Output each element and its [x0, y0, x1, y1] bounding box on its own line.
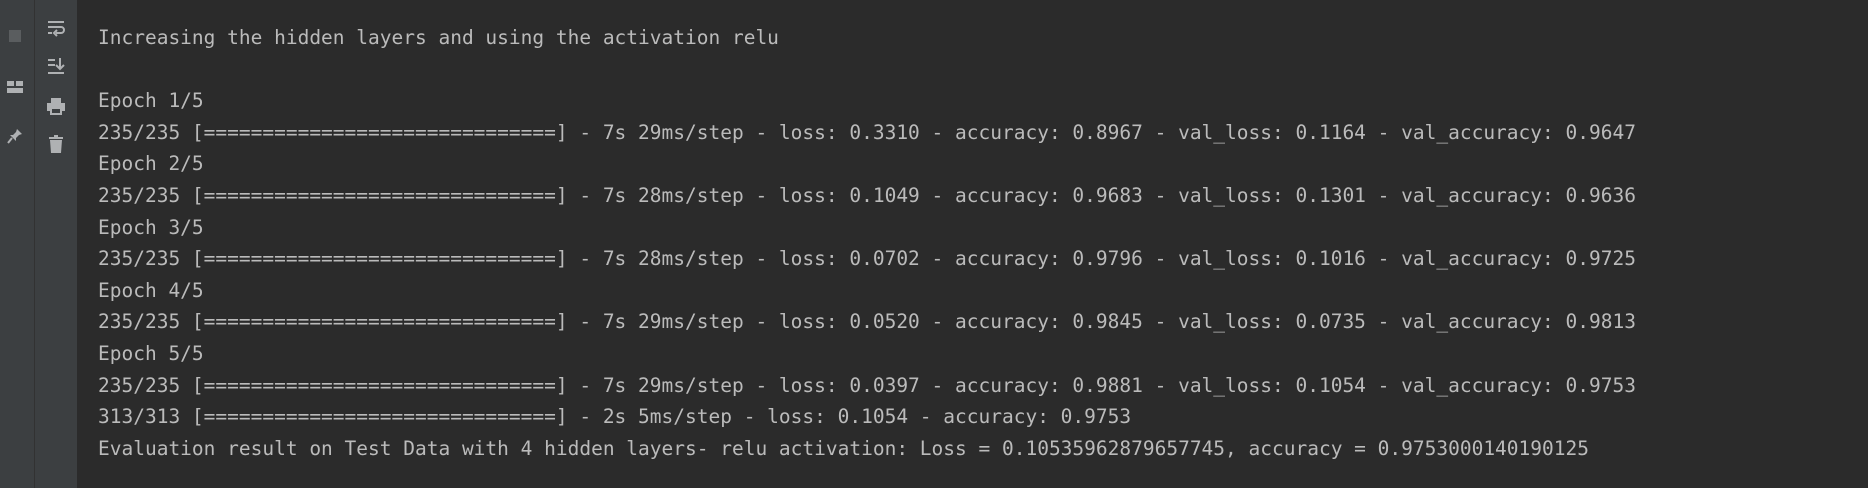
console-line-progress: 235/235 [==============================]… — [98, 373, 1636, 397]
trash-icon[interactable] — [44, 132, 68, 156]
console-line-epoch: Epoch 3/5 — [98, 215, 204, 239]
soft-wrap-icon[interactable] — [44, 16, 68, 40]
console-line-epoch: Epoch 4/5 — [98, 278, 204, 302]
console-line-header: Increasing the hidden layers and using t… — [98, 26, 779, 49]
console-line-test-eval: 313/313 [==============================]… — [98, 405, 1132, 429]
console-line-progress: 235/235 [==============================]… — [98, 247, 1636, 271]
pin-icon[interactable] — [3, 124, 27, 148]
console-line-progress: 235/235 [==============================]… — [98, 120, 1636, 144]
console-line-result: Evaluation result on Test Data with 4 hi… — [98, 436, 1589, 460]
console-output: Increasing the hidden layers and using t… — [98, 22, 1848, 464]
scroll-to-end-icon[interactable] — [44, 54, 68, 78]
console-toolbar — [35, 0, 78, 488]
console-line-epoch: Epoch 2/5 — [98, 152, 204, 176]
console-line-progress: 235/235 [==============================]… — [98, 310, 1636, 334]
console-line-epoch: Epoch 5/5 — [98, 341, 204, 365]
left-toolbar — [0, 0, 35, 488]
console-line-epoch: Epoch 1/5 — [98, 89, 204, 113]
stop-icon[interactable] — [3, 24, 27, 48]
console-line-progress: 235/235 [==============================]… — [98, 183, 1636, 207]
layout-icon[interactable] — [3, 75, 27, 99]
print-icon[interactable] — [44, 94, 68, 118]
